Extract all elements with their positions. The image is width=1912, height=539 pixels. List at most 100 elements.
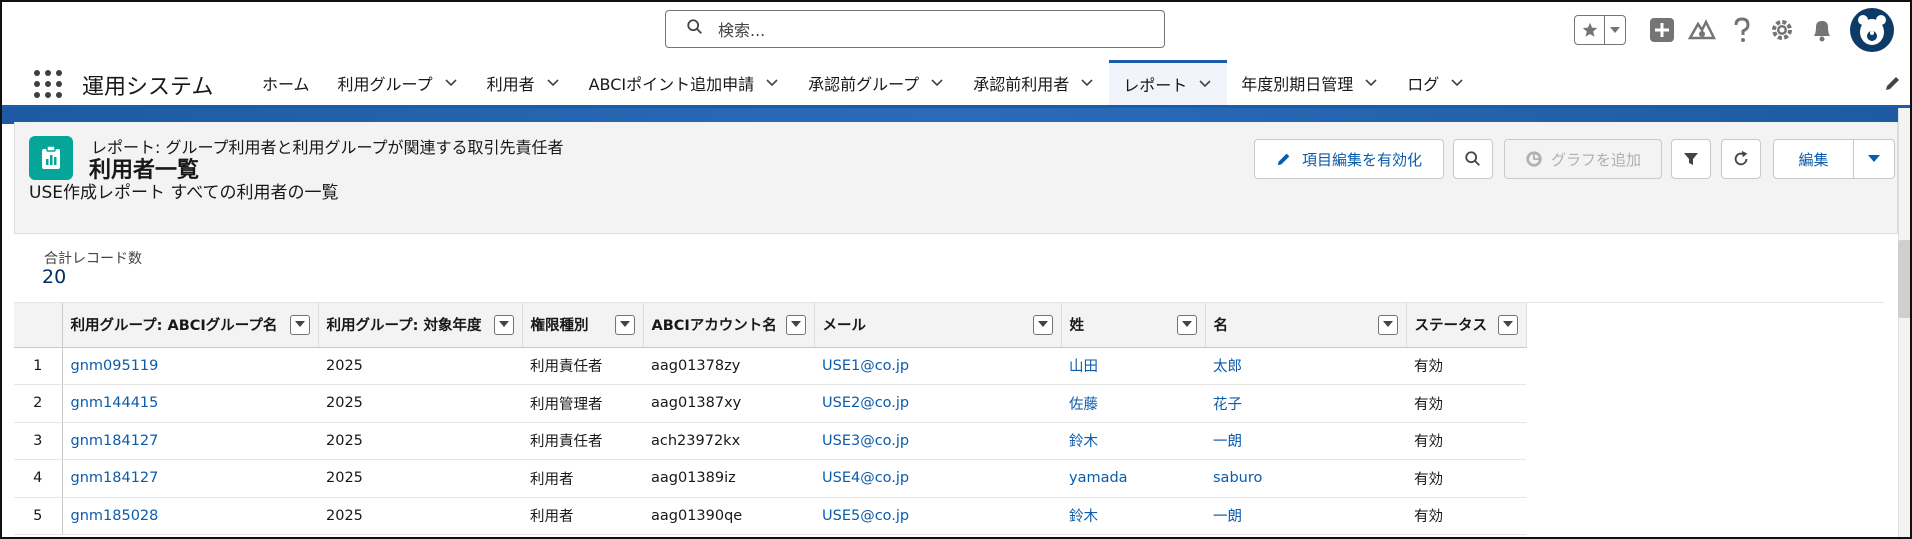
gear-icon[interactable] <box>1762 10 1802 50</box>
record-count-label: 合計レコード数 <box>44 251 142 267</box>
row-number: 1 <box>14 347 63 385</box>
group-name-link[interactable]: gnm144415 <box>62 384 318 423</box>
account-name: aag01387xy <box>643 384 814 423</box>
column-header[interactable]: 名 <box>1205 303 1407 348</box>
nav-item-deadlines[interactable]: 年度別期日管理 <box>1227 60 1393 105</box>
first-name-link[interactable]: 一朗 <box>1205 497 1406 535</box>
role: 利用責任者 <box>522 347 643 385</box>
nav-item-logs[interactable]: ログ <box>1393 60 1479 105</box>
email-link[interactable]: USE2@co.jp <box>814 384 1061 423</box>
column-header[interactable]: 姓 <box>1061 303 1206 348</box>
filter-button[interactable] <box>1671 139 1711 179</box>
column-header[interactable]: 利用グループ: ABCIグループ名 <box>62 303 319 348</box>
last-name-link[interactable]: 鈴木 <box>1061 422 1205 460</box>
chevron-down-icon[interactable] <box>443 75 459 91</box>
edit-button[interactable]: 編集 <box>1774 140 1854 178</box>
row-number: 4 <box>14 459 63 498</box>
column-menu-icon[interactable] <box>785 314 806 335</box>
app-launcher-icon[interactable] <box>34 70 62 98</box>
target-year: 2025 <box>318 497 522 535</box>
target-year: 2025 <box>318 459 522 498</box>
report-description: USE作成レポート すべての利用者の一覧 <box>29 183 339 203</box>
context-navbar: 運用システム ホーム 利用グループ 利用者 ABCIポイント追加申請 承認前グル… <box>0 60 1912 108</box>
plus-icon[interactable] <box>1642 10 1682 50</box>
star-icon[interactable] <box>1575 16 1605 44</box>
edit-menu-button[interactable] <box>1854 140 1894 178</box>
group-name-link[interactable]: gnm185028 <box>62 497 318 535</box>
column-menu-icon[interactable] <box>1497 314 1518 335</box>
nav-item-users[interactable]: 利用者 <box>473 60 575 105</box>
account-name: aag01389iz <box>643 459 814 498</box>
last-name-link[interactable]: yamada <box>1061 459 1205 498</box>
report-icon <box>29 136 73 180</box>
nav-item-reports[interactable]: レポート <box>1109 60 1228 105</box>
nav-item-pending-users[interactable]: 承認前利用者 <box>959 60 1109 105</box>
target-year: 2025 <box>318 422 522 460</box>
group-name-link[interactable]: gnm184127 <box>62 459 318 498</box>
last-name-link[interactable]: 佐藤 <box>1061 384 1205 423</box>
nav-items: ホーム 利用グループ 利用者 ABCIポイント追加申請 承認前グループ 承認前利… <box>248 60 1479 105</box>
enable-field-edit-button[interactable]: 項目編集を有効化 <box>1254 139 1444 179</box>
side-panel-toggle[interactable] <box>1898 240 1910 318</box>
chevron-down-icon[interactable] <box>545 75 561 91</box>
chevron-down-icon[interactable] <box>1363 75 1379 91</box>
chevron-down-icon[interactable] <box>1197 76 1213 92</box>
column-header[interactable]: メール <box>814 303 1062 348</box>
email-link[interactable]: USE4@co.jp <box>814 459 1061 498</box>
column-menu-icon[interactable] <box>1377 314 1398 335</box>
column-header[interactable]: 権限種別 <box>522 303 644 348</box>
add-chart-button[interactable]: グラフを追加 <box>1504 139 1662 179</box>
email-link[interactable]: USE1@co.jp <box>814 347 1061 385</box>
account-name: ach23972kx <box>643 422 814 460</box>
trailhead-icon[interactable] <box>1682 10 1722 50</box>
column-menu-icon[interactable] <box>1176 314 1197 335</box>
last-name-link[interactable]: 山田 <box>1061 347 1205 385</box>
email-link[interactable]: USE3@co.jp <box>814 422 1061 460</box>
chevron-down-icon[interactable] <box>764 75 780 91</box>
status: 有効 <box>1406 347 1526 385</box>
column-header[interactable]: ステータス <box>1406 303 1527 348</box>
first-name-link[interactable]: saburo <box>1205 459 1406 498</box>
table-row: 3 gnm184127 2025 利用責任者 ach23972kx USE3@c… <box>14 422 1526 460</box>
target-year: 2025 <box>318 347 522 385</box>
column-menu-icon[interactable] <box>493 314 514 335</box>
pencil-icon[interactable] <box>1884 74 1902 92</box>
search-icon <box>1465 151 1480 166</box>
first-name-link[interactable]: 花子 <box>1205 384 1406 423</box>
status: 有効 <box>1406 422 1526 460</box>
nav-item-home[interactable]: ホーム <box>248 60 324 105</box>
table-row: 1 gnm095119 2025 利用責任者 aag01378zy USE1@c… <box>14 347 1526 385</box>
global-search[interactable]: 検索... <box>665 10 1165 48</box>
nav-item-groups[interactable]: 利用グループ <box>324 60 473 105</box>
column-menu-icon[interactable] <box>1032 314 1053 335</box>
last-name-link[interactable]: 鈴木 <box>1061 497 1205 535</box>
column-menu-icon[interactable] <box>614 314 635 335</box>
role: 利用管理者 <box>522 384 643 423</box>
column-menu-icon[interactable] <box>289 314 310 335</box>
row-number-header <box>14 303 63 348</box>
bell-icon[interactable] <box>1802 10 1842 50</box>
group-name-link[interactable]: gnm095119 <box>62 347 318 385</box>
nav-item-pending-groups[interactable]: 承認前グループ <box>794 60 959 105</box>
chevron-down-icon[interactable] <box>929 75 945 91</box>
group-name-link[interactable]: gnm184127 <box>62 422 318 460</box>
chevron-down-icon[interactable] <box>1449 75 1465 91</box>
nav-item-point-request[interactable]: ABCIポイント追加申請 <box>575 60 795 105</box>
help-icon[interactable] <box>1722 10 1762 50</box>
chevron-down-icon[interactable] <box>1079 75 1095 91</box>
chevron-down-icon[interactable] <box>1605 16 1625 44</box>
column-header[interactable]: ABCIアカウント名 <box>643 303 815 348</box>
email-link[interactable]: USE5@co.jp <box>814 497 1061 535</box>
app-name: 運用システム <box>82 75 214 100</box>
avatar[interactable] <box>1850 8 1894 52</box>
refresh-button[interactable] <box>1721 139 1761 179</box>
pencil-icon <box>1277 153 1290 166</box>
column-header[interactable]: 利用グループ: 対象年度 <box>318 303 523 348</box>
first-name-link[interactable]: 一朗 <box>1205 422 1406 460</box>
favorites-group <box>1574 15 1626 45</box>
search-button[interactable] <box>1453 139 1493 179</box>
page-scrollbar[interactable] <box>1898 108 1912 539</box>
first-name-link[interactable]: 太郎 <box>1205 347 1406 385</box>
filter-icon <box>1684 153 1698 165</box>
report-body: 合計レコード数 20 利用グループ: ABCIグループ名 利用グループ: 対象年… <box>14 234 1898 539</box>
